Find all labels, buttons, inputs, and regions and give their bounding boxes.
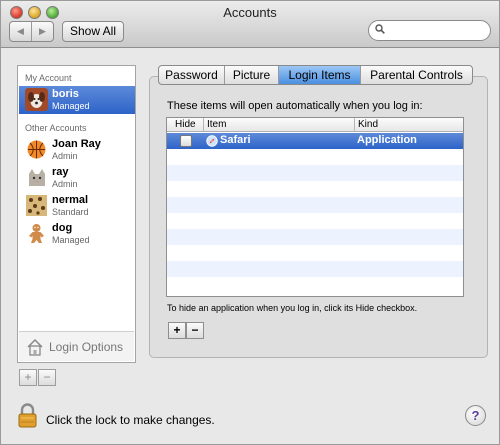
tab-parental-controls[interactable]: Parental Controls <box>361 66 472 84</box>
leopard-icon <box>26 195 47 216</box>
add-login-item-button[interactable]: + <box>168 322 186 339</box>
table-header: Hide Item Kind <box>167 118 463 132</box>
account-item-joan-ray[interactable]: Joan Ray Admin <box>19 136 135 164</box>
account-role: Admin <box>52 151 78 161</box>
tab-bar: Password Picture Login Items Parental Co… <box>158 65 473 85</box>
gingerbread-icon <box>29 224 44 243</box>
tab-password[interactable]: Password <box>159 66 225 84</box>
account-name: dog <box>52 222 73 234</box>
hide-hint: To hide an application when you log in, … <box>167 303 418 313</box>
help-button[interactable]: ? <box>465 405 486 426</box>
search-field[interactable] <box>368 20 491 41</box>
show-all-button[interactable]: Show All <box>62 21 124 42</box>
dog-photo-icon <box>25 88 48 111</box>
lock-icon[interactable] <box>17 403 38 428</box>
login-options-item[interactable]: Login Options <box>19 331 134 361</box>
account-item-dog[interactable]: dog Managed <box>19 220 135 248</box>
item-name: Safari <box>220 134 251 146</box>
account-name: boris <box>52 88 79 100</box>
my-account-header: My Account <box>25 73 72 83</box>
basketball-icon <box>27 140 46 159</box>
remove-login-item-button[interactable]: − <box>186 322 204 339</box>
back-forward-control: ◀ ▶ <box>9 21 54 42</box>
account-item-nermal[interactable]: nermal Standard <box>19 192 135 220</box>
account-item-ray[interactable]: ray Admin <box>19 164 135 192</box>
account-role: Managed <box>52 101 90 111</box>
titlebar: Accounts ◀ ▶ Show All <box>1 1 499 48</box>
accounts-list: My Account boris Managed Other Accounts … <box>17 65 136 363</box>
account-role: Managed <box>52 235 90 245</box>
remove-account-button[interactable]: − <box>38 369 56 386</box>
login-items-intro: These items will open automatically when… <box>167 100 423 112</box>
item-kind: Application <box>357 134 417 146</box>
login-options-label: Login Options <box>49 340 124 354</box>
account-name: nermal <box>52 194 89 206</box>
search-icon <box>375 24 385 34</box>
table-row[interactable]: Safari Application <box>167 133 463 149</box>
add-account-button[interactable]: + <box>19 369 37 386</box>
account-name: ray <box>52 166 69 178</box>
tab-login-items[interactable]: Login Items <box>279 66 361 84</box>
column-hide[interactable]: Hide <box>175 119 196 130</box>
cat-icon <box>29 169 45 186</box>
accounts-window: Accounts ◀ ▶ Show All My Account boris M… <box>0 0 500 445</box>
hide-checkbox[interactable] <box>180 135 192 147</box>
other-accounts-header: Other Accounts <box>25 123 87 133</box>
tab-picture[interactable]: Picture <box>225 66 279 84</box>
safari-compass-icon <box>206 135 218 147</box>
back-button[interactable]: ◀ <box>10 22 32 41</box>
account-item-boris[interactable]: boris Managed <box>19 86 135 114</box>
login-items-table: Hide Item Kind Safari Application <box>166 117 464 297</box>
account-role: Admin <box>52 179 78 189</box>
column-kind[interactable]: Kind <box>358 119 378 130</box>
account-name: Joan Ray <box>52 138 101 150</box>
window-title: Accounts <box>223 5 277 20</box>
column-item[interactable]: Item <box>207 119 226 130</box>
house-icon <box>27 338 43 356</box>
account-role: Standard <box>52 207 89 217</box>
forward-button[interactable]: ▶ <box>32 22 53 41</box>
lock-message: Click the lock to make changes. <box>46 413 215 427</box>
